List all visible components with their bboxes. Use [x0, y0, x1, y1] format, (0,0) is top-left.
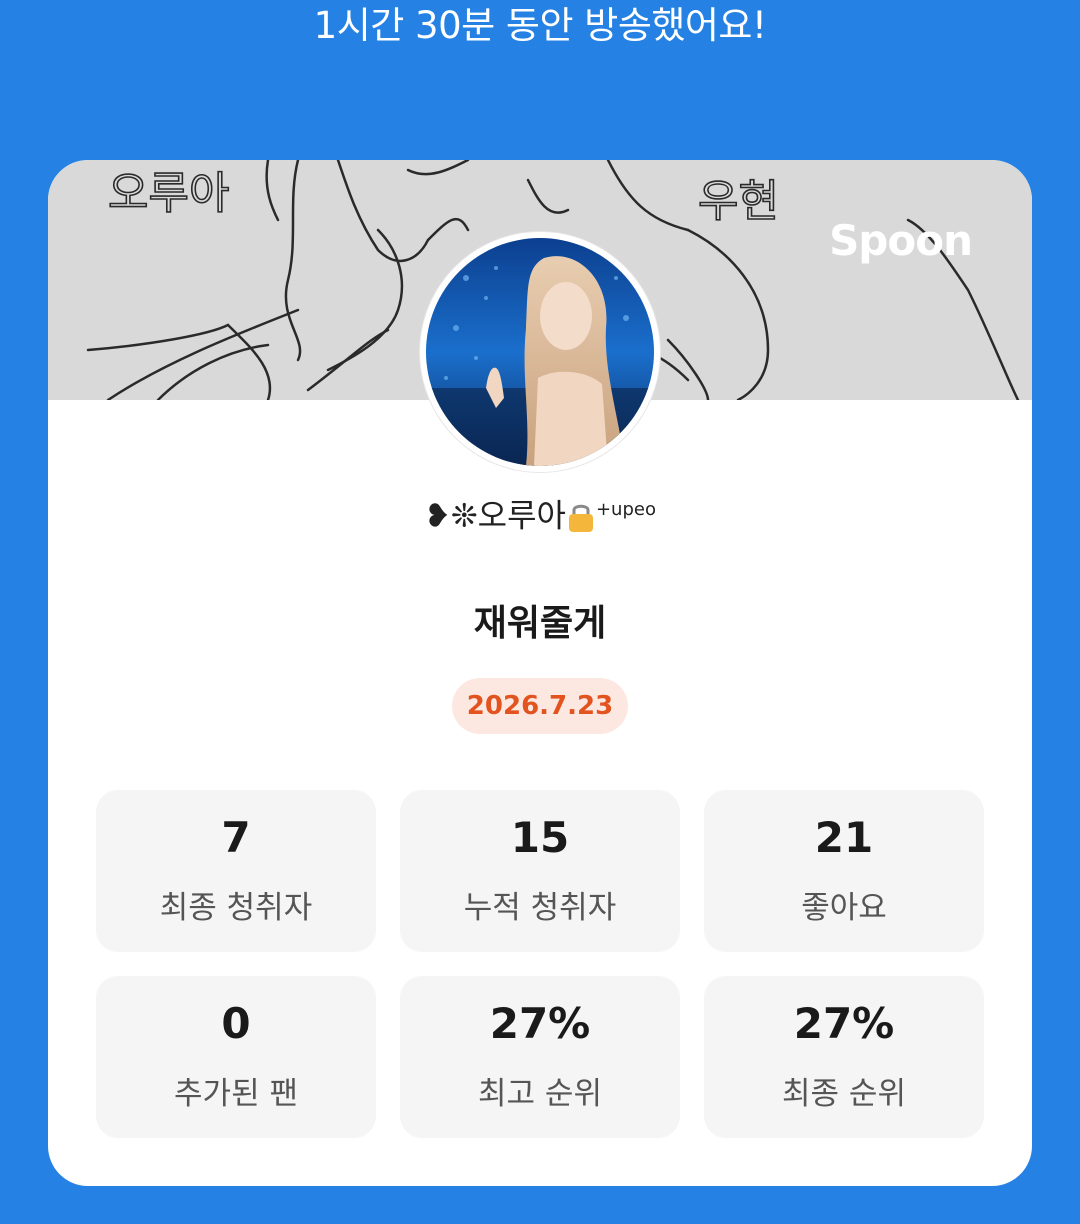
banner-handwriting-left: 오루아: [108, 168, 229, 219]
stat-value: 7: [221, 813, 251, 862]
broadcast-date-badge: 2026.7.23: [452, 678, 628, 734]
broadcast-summary-card: 오루아 우현 Spoon ❥❊오루아 +upeo 재워줄게 2026.7.23 …: [48, 160, 1032, 1186]
spoon-logo: Spoon: [829, 216, 973, 265]
stat-label: 좋아요: [801, 890, 887, 926]
stat-value: 15: [510, 813, 570, 862]
stat-value: 27%: [489, 999, 591, 1048]
broadcast-duration-headline: 1시간 30분 동안 방송했어요!: [313, 4, 767, 47]
stat-total-listeners: 15 누적 청취자: [400, 790, 680, 952]
nickname-prefix: ❥❊: [424, 496, 478, 535]
stat-value: 0: [221, 999, 251, 1048]
banner-handwriting-right: 우현: [698, 176, 779, 227]
stat-value: 27%: [793, 999, 895, 1048]
stat-value: 21: [814, 813, 874, 862]
stat-label: 추가된 팬: [174, 1076, 298, 1112]
stat-likes: 21 좋아요: [704, 790, 984, 952]
host-nickname[interactable]: ❥❊오루아 +upeo: [48, 488, 1032, 538]
stat-label: 최종 순위: [782, 1076, 906, 1112]
stat-label: 최고 순위: [478, 1076, 602, 1112]
stat-final-rank: 27% 최종 순위: [704, 976, 984, 1138]
nickname-main: 오루아: [477, 496, 566, 535]
nickname-suffix: +up: [595, 499, 634, 520]
stat-label: 누적 청취자: [463, 890, 617, 926]
stat-new-fans: 0 추가된 팬: [96, 976, 376, 1138]
avatar-image: [426, 238, 654, 466]
stats-grid: 7 최종 청취자 15 누적 청취자 21 좋아요 0 추가된 팬 27% 최고…: [96, 790, 984, 1138]
lock-icon: [566, 500, 596, 532]
stat-label: 최종 청취자: [159, 890, 313, 926]
broadcast-title: 재워줄게: [473, 603, 607, 644]
nickname-tail: eo: [633, 499, 656, 520]
stat-best-rank: 27% 최고 순위: [400, 976, 680, 1138]
avatar[interactable]: [420, 232, 660, 472]
stat-final-listeners: 7 최종 청취자: [96, 790, 376, 952]
